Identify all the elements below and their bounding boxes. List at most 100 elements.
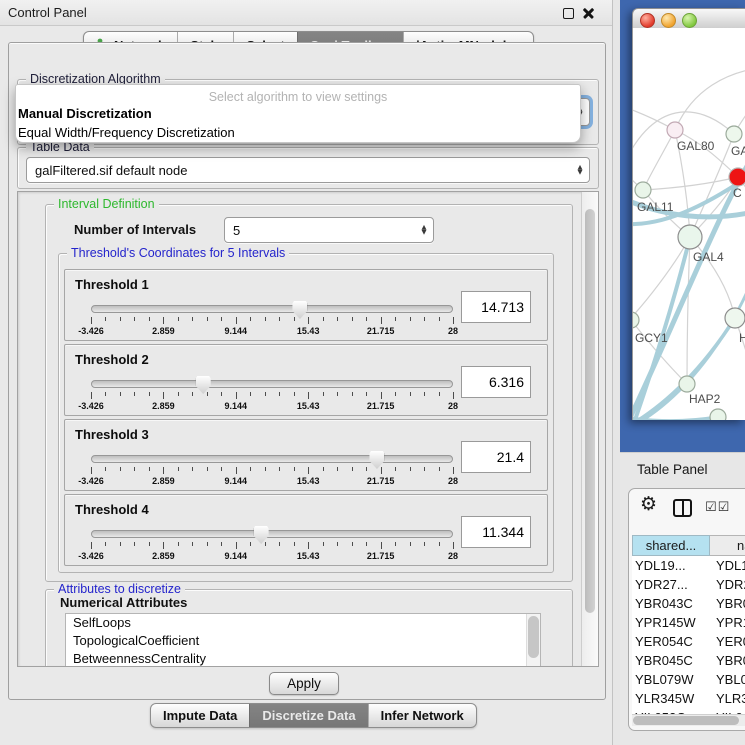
tick-label: 15.43 bbox=[297, 401, 320, 411]
slider-tick-labels: -3.4262.8599.14415.4321.71528 bbox=[91, 326, 453, 337]
network-node[interactable] bbox=[667, 122, 683, 138]
tab-discretize-data[interactable]: Discretize Data bbox=[249, 704, 367, 727]
slider-track[interactable] bbox=[91, 455, 453, 463]
slider-track[interactable] bbox=[91, 305, 453, 313]
table-cell[interactable]: YBR045C bbox=[632, 651, 711, 670]
network-edge[interactable] bbox=[735, 318, 745, 390]
threshold-value-field[interactable]: 11.344 bbox=[461, 516, 531, 548]
network-edge[interactable] bbox=[643, 130, 675, 190]
tick-label: 21.715 bbox=[367, 401, 395, 411]
numerical-attributes-list[interactable]: SelfLoopsTopologicalCoefficientBetweenne… bbox=[65, 613, 541, 667]
threshold-slider[interactable]: -3.4262.8599.14415.4321.71528 bbox=[91, 450, 453, 488]
tab-label: Impute Data bbox=[163, 708, 237, 723]
network-edge[interactable] bbox=[687, 237, 690, 384]
table-row[interactable]: YPR145WYPR1 bbox=[632, 613, 745, 632]
threshold-value-field[interactable]: 21.4 bbox=[461, 441, 531, 473]
select-columns-checkbox-icons[interactable]: ☑☑ bbox=[705, 500, 730, 515]
table-cell[interactable]: YDL1 bbox=[711, 556, 745, 575]
threshold-value-field[interactable]: 14.713 bbox=[461, 291, 531, 323]
network-node[interactable] bbox=[679, 376, 695, 392]
list-scrollbar-thumb[interactable] bbox=[528, 616, 539, 658]
table-data-group: Table Data galFiltered.sif default node … bbox=[17, 147, 599, 189]
network-edge[interactable] bbox=[675, 68, 745, 130]
network-graph: GAL80GACGAL11GAL4GCY1HHAP2 bbox=[633, 28, 745, 420]
network-node[interactable] bbox=[633, 312, 639, 328]
table-cell[interactable]: YPR1 bbox=[711, 613, 745, 632]
settings-scrollbar-thumb[interactable] bbox=[585, 209, 595, 613]
threshold-panel: Threshold 2 -3.4262.8599.14415.4321.7152… bbox=[64, 344, 548, 416]
close-icon[interactable] bbox=[583, 8, 594, 19]
dropdown-item[interactable]: Manual Discretization bbox=[16, 104, 580, 123]
algorithm-dropdown-popup: Select algorithm to view settings Manual… bbox=[15, 84, 581, 143]
control-panel-title: Control Panel bbox=[8, 5, 87, 20]
network-edge[interactable] bbox=[635, 237, 690, 420]
attribute-list-item[interactable]: TopologicalCoefficient bbox=[66, 632, 540, 650]
table-column-header[interactable]: shared... bbox=[632, 535, 710, 556]
table-cell[interactable]: YDR2 bbox=[711, 575, 745, 594]
network-node[interactable] bbox=[729, 168, 745, 186]
slider-tick-labels: -3.4262.8599.14415.4321.71528 bbox=[91, 476, 453, 487]
slider-track[interactable] bbox=[91, 530, 453, 538]
table-cell[interactable]: YER054C bbox=[632, 632, 711, 651]
minimize-traffic-light-icon[interactable] bbox=[661, 13, 676, 28]
threshold-slider[interactable]: -3.4262.8599.14415.4321.71528 bbox=[91, 300, 453, 338]
table-panel-region: Table Panel ⚙ ☑☑ shared...na YDL19...YDL… bbox=[620, 452, 745, 745]
gear-icon[interactable]: ⚙ bbox=[640, 495, 657, 514]
table-cell[interactable]: YPR145W bbox=[632, 613, 711, 632]
spinner-stepper-icon[interactable]: ▲▼ bbox=[415, 225, 433, 236]
attribute-list-item[interactable]: SelfLoops bbox=[66, 614, 540, 632]
table-panel: ⚙ ☑☑ shared...na YDL19...YDL1YDR27...YDR… bbox=[628, 488, 745, 731]
network-node[interactable] bbox=[710, 409, 726, 420]
network-node[interactable] bbox=[678, 225, 702, 249]
table-data-combobox[interactable]: galFiltered.sif default node ▲▼ bbox=[26, 157, 590, 183]
network-view-window: GAL80GACGAL11GAL4GCY1HHAP2 bbox=[632, 8, 745, 420]
table-cell[interactable]: YER0 bbox=[711, 632, 745, 651]
table-cell[interactable]: YBR043C bbox=[632, 594, 711, 613]
table-cell[interactable]: YBR0 bbox=[711, 651, 745, 670]
network-node[interactable] bbox=[725, 308, 745, 328]
tab-infer-network[interactable]: Infer Network bbox=[368, 704, 476, 727]
network-edge[interactable] bbox=[643, 177, 738, 190]
table-row[interactable]: YDR27...YDR2 bbox=[632, 575, 745, 594]
close-traffic-light-icon[interactable] bbox=[640, 13, 655, 28]
zoom-traffic-light-icon[interactable] bbox=[682, 13, 697, 28]
float-window-icon[interactable] bbox=[563, 8, 574, 19]
table-row[interactable]: YLR345WYLR3 bbox=[632, 689, 745, 708]
attribute-list-item[interactable]: BetweennessCentrality bbox=[66, 650, 540, 667]
threshold-slider[interactable]: -3.4262.8599.14415.4321.71528 bbox=[91, 525, 453, 563]
tab-impute-data[interactable]: Impute Data bbox=[151, 704, 249, 727]
threshold-slider[interactable]: -3.4262.8599.14415.4321.71528 bbox=[91, 375, 453, 413]
table-cell[interactable]: YBL079W bbox=[632, 670, 711, 689]
table-row[interactable]: YDL19...YDL1 bbox=[632, 556, 745, 575]
node-label: GAL4 bbox=[693, 250, 724, 264]
table-horizontal-scrollbar[interactable] bbox=[632, 714, 745, 726]
network-canvas[interactable]: GAL80GACGAL11GAL4GCY1HHAP2 bbox=[632, 28, 745, 420]
number-of-intervals-spinner[interactable]: 5 ▲▼ bbox=[224, 217, 434, 243]
table-row[interactable]: YBR045CYBR0 bbox=[632, 651, 745, 670]
settings-scroll-area: Interval Definition Number of Intervals … bbox=[17, 191, 599, 667]
screen: Control Panel NetworkStyleSelectCyni Too… bbox=[0, 0, 745, 745]
apply-button[interactable]: Apply bbox=[269, 672, 339, 695]
table-cell[interactable]: YBR0 bbox=[711, 594, 745, 613]
table-cell[interactable]: YLR345W bbox=[632, 689, 711, 708]
table-row[interactable]: YBR043CYBR0 bbox=[632, 594, 745, 613]
settings-vertical-scrollbar[interactable] bbox=[581, 192, 598, 666]
slider-ticks bbox=[91, 467, 453, 475]
combo-stepper-icon[interactable]: ▲▼ bbox=[571, 165, 589, 176]
dropdown-item[interactable]: Equal Width/Frequency Discretization bbox=[16, 123, 580, 142]
table-row[interactable]: YBL079WYBL0 bbox=[632, 670, 745, 689]
network-node[interactable] bbox=[726, 126, 742, 142]
table-cell[interactable]: YBL0 bbox=[711, 670, 745, 689]
table-cell[interactable]: YDR27... bbox=[632, 575, 711, 594]
table-column-header[interactable]: na bbox=[710, 535, 745, 556]
network-node[interactable] bbox=[635, 182, 651, 198]
slider-tick-labels: -3.4262.8599.14415.4321.71528 bbox=[91, 401, 453, 412]
table-row[interactable]: YER054CYER0 bbox=[632, 632, 745, 651]
control-panel-titlebar: Control Panel bbox=[0, 0, 612, 26]
threshold-value-field[interactable]: 6.316 bbox=[461, 366, 531, 398]
slider-track[interactable] bbox=[91, 380, 453, 388]
table-hscrollbar-thumb[interactable] bbox=[633, 716, 739, 725]
table-cell[interactable]: YDL19... bbox=[632, 556, 711, 575]
split-columns-icon[interactable] bbox=[673, 499, 692, 517]
table-cell[interactable]: YLR3 bbox=[711, 689, 745, 708]
